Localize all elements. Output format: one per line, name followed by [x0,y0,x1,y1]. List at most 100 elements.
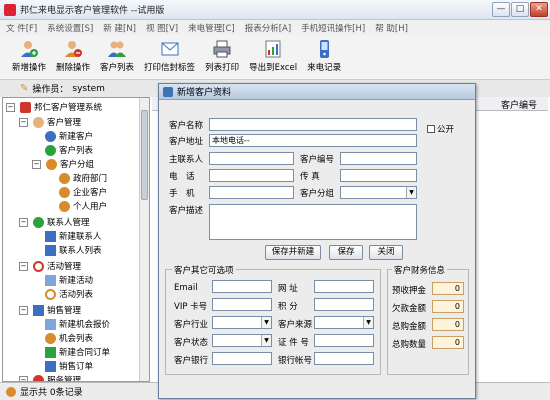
operator-value: system [72,83,105,94]
tree-item-customer-list[interactable]: 客户列表 [45,143,93,157]
bank-input[interactable] [212,352,272,365]
list-print-button[interactable]: 列表打印 [205,35,239,73]
bank-label: 客户银行 [174,356,209,366]
menu-sms[interactable]: 手机短讯操作[H] [301,22,365,34]
menu-settings[interactable]: 系统设置[S] [47,22,93,34]
arrears-value[interactable]: 0 [432,300,464,313]
operator-icon: ✎ [20,83,29,94]
main-contact-input[interactable] [209,152,294,165]
tree-label: 客户管理 [47,118,82,128]
operator-label: 操作员： [32,85,69,95]
industry-select[interactable]: ▼ [212,316,272,329]
website-label: 网 址 [278,284,298,294]
tree-item-new-activity[interactable]: 新建活动 [45,273,93,287]
deposit-value[interactable]: 0 [432,282,464,295]
customer-group-select[interactable]: ▼ [340,186,417,199]
clock-icon [33,260,44,272]
status-select[interactable]: ▼ [212,334,272,347]
export-excel-button[interactable]: 导出到Excel [249,35,297,73]
tree-item-new-order[interactable]: 新建合同订单 [45,345,110,359]
finance-group: 客户财务信息 预收押金 0 欠款金额 0 总购金额 0 总购数量 0 [387,264,469,375]
clock-icon [45,288,56,300]
tree-item-contact-list[interactable]: 联系人列表 [45,243,102,257]
tree-item-personal[interactable]: 个人用户 [59,199,107,213]
menu-new[interactable]: 新 建[N] [103,22,136,34]
tree-item-opportunity-list[interactable]: 机会列表 [45,331,93,345]
tree-root[interactable]: − 邦仁客户管理系统 [6,100,102,114]
chevron-down-icon[interactable]: ▼ [363,317,373,328]
contact-label: 主联系人 [169,155,204,165]
save-and-new-button[interactable]: 保存并新建 [265,245,321,260]
tree-item-customer-group[interactable]: − 客户分组 [32,157,94,171]
menu-reports[interactable]: 报表分析[A] [245,22,291,34]
customer-code-input[interactable] [340,152,417,165]
order-icon [45,360,56,372]
tree-item-new-contact[interactable]: 新建联系人 [45,229,102,243]
tree-item-enterprise[interactable]: 企业客户 [59,185,107,199]
tree-item-new-customer[interactable]: 新建客户 [45,129,93,143]
save-button[interactable]: 保存 [329,245,363,260]
chevron-down-icon[interactable]: ▼ [261,335,271,346]
tree-item-sales-order[interactable]: 销售订单 [45,359,93,373]
status-text: 显示共 0条记录 [20,388,83,398]
fax-input[interactable] [340,169,417,182]
source-select[interactable]: ▼ [314,316,374,329]
print-envelope-button[interactable]: 打印信封标签 [144,35,195,73]
dialog-title-bar: 新增客户资料 [159,84,475,100]
col-header-customer-code[interactable]: 客户编号 [501,98,537,111]
scrollbar-thumb[interactable] [141,110,148,200]
customer-address-input[interactable]: 本地电话-- [209,134,417,147]
customer-list-button[interactable]: 客户列表 [100,35,134,73]
website-input[interactable] [314,280,374,293]
bank-account-input[interactable] [314,352,374,365]
menu-file[interactable]: 文 件[F] [6,22,37,34]
user-delete-icon [63,39,83,59]
tree-item-activity-list[interactable]: 活动列表 [45,287,93,301]
tree-label: 客户分组 [60,160,95,170]
mobile-input[interactable] [209,186,294,199]
phone-input[interactable] [209,169,294,182]
points-input[interactable] [314,298,374,311]
total-quantity-value[interactable]: 0 [432,336,464,349]
tree-label: 新建活动 [59,276,94,286]
gear-icon [45,332,56,344]
chevron-down-icon[interactable]: ▼ [261,317,271,328]
email-input[interactable] [212,280,272,293]
add-button[interactable]: 新增操作 [12,35,46,73]
close-window-button[interactable]: ✕ [530,2,548,17]
call-record-button[interactable]: 来电记录 [307,35,341,73]
id-number-input[interactable] [314,334,374,347]
menu-calls[interactable]: 来电管理[C] [188,22,235,34]
minimize-button[interactable]: — [492,2,510,17]
customer-description-textarea[interactable] [209,204,417,240]
maximize-button[interactable]: □ [511,2,529,17]
close-button[interactable]: 关闭 [369,245,403,260]
dialog-icon [163,86,173,97]
tree-item-gov[interactable]: 政府部门 [59,171,107,185]
public-checkbox[interactable]: 公开 [427,123,454,135]
total-quantity-label: 总购数量 [392,340,427,350]
tree-item-new-quote[interactable]: 新建机会报价 [45,317,110,331]
tree-item-contact-mgmt[interactable]: − 联系人管理 [19,215,90,229]
menu-view[interactable]: 视 图[V] [146,22,178,34]
customer-name-input[interactable] [209,118,417,131]
user-add-icon [45,130,56,142]
vip-card-input[interactable] [212,298,272,311]
collapse-icon: − [19,217,28,227]
tree-item-service-mgmt[interactable]: − 服务管理 [19,373,81,381]
total-amount-value[interactable]: 0 [432,318,464,331]
tree-item-sales-mgmt[interactable]: − 销售管理 [19,303,81,317]
finance-legend: 客户财务信息 [392,264,448,276]
chevron-down-icon[interactable]: ▼ [406,187,416,198]
tree-scrollbar[interactable] [139,98,149,381]
tree-item-activity-mgmt[interactable]: − 活动管理 [19,259,81,273]
tree-label: 销售订单 [59,362,94,372]
group-label: 客户分组 [300,189,335,199]
service-icon [33,374,44,381]
delete-button[interactable]: 删除操作 [56,35,90,73]
menu-help[interactable]: 帮 助[H] [375,22,408,34]
close-icon [45,346,56,358]
collapse-icon: − [32,159,41,169]
tree-item-customer-mgmt[interactable]: − 客户管理 [19,115,81,129]
tree-label: 活动管理 [47,262,82,272]
